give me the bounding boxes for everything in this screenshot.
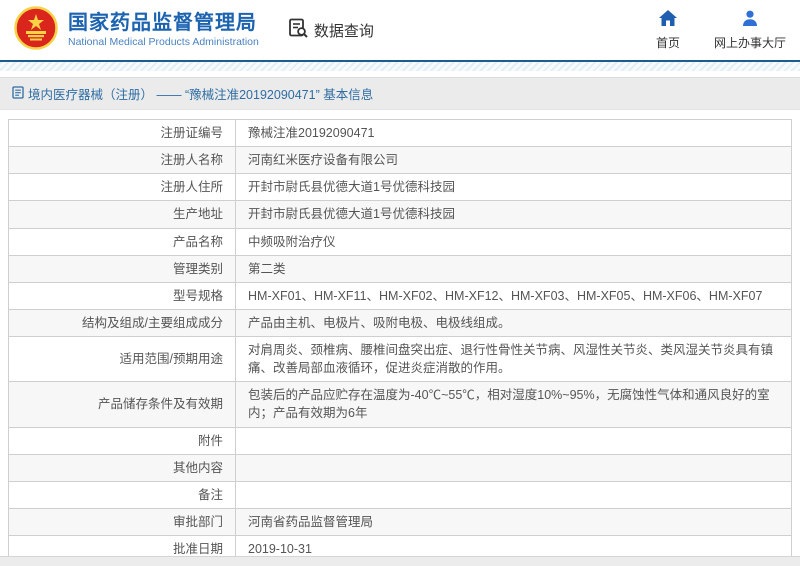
table-row: 附件: [8, 426, 792, 455]
person-icon: [741, 10, 759, 31]
main-content: 注册证编号 豫械注准20192090471 注册人名称 河南红米医疗设备有限公司…: [0, 110, 800, 566]
row-value: 第二类: [235, 254, 792, 283]
site-title-block: 国家药品监督管理局 National Medical Products Admi…: [68, 12, 259, 48]
footer-strip: [0, 556, 800, 566]
table-row: 管理类别 第二类: [8, 254, 792, 283]
row-label: 审批部门: [8, 507, 236, 537]
page-header: 国家药品监督管理局 National Medical Products Admi…: [0, 0, 800, 60]
row-label: 备注: [8, 480, 236, 509]
nav-home[interactable]: 首页: [655, 9, 680, 51]
table-row: 产品储存条件及有效期 包装后的产品应贮存在温度为-40℃~55℃，相对湿度10%…: [8, 381, 792, 428]
row-value: 开封市尉氏县优德大道1号优德科技园: [235, 173, 792, 202]
table-row: 生产地址 开封市尉氏县优德大道1号优德科技园: [8, 200, 792, 229]
row-label: 结构及组成/主要组成成分: [8, 308, 236, 338]
row-value: 包装后的产品应贮存在温度为-40℃~55℃，相对湿度10%~95%，无腐蚀性气体…: [235, 381, 792, 428]
row-value: 开封市尉氏县优德大道1号优德科技园: [235, 200, 792, 229]
row-label: 生产地址: [8, 200, 236, 229]
site-title: 国家药品监督管理局: [68, 12, 257, 34]
document-search-icon: [287, 17, 309, 44]
table-row: 审批部门 河南省药品监督管理局: [8, 507, 792, 537]
data-query-label: 数据查询: [313, 22, 374, 40]
nav-online-hall[interactable]: 网上办事大厅: [714, 10, 786, 51]
registration-info-table: 注册证编号 豫械注准20192090471 注册人名称 河南红米医疗设备有限公司…: [8, 118, 792, 566]
row-label: 型号规格: [8, 281, 236, 310]
national-emblem-logo: [14, 5, 58, 55]
row-label: 管理类别: [8, 254, 236, 283]
home-icon: [658, 9, 677, 31]
row-value: [235, 426, 792, 455]
row-value: 河南红米医疗设备有限公司: [235, 146, 792, 175]
site-subtitle: National Medical Products Administration: [68, 36, 259, 48]
row-value: 产品由主机、电极片、吸附电极、电极线组成。: [235, 308, 792, 338]
row-label: 注册人名称: [8, 146, 236, 175]
breadcrumb: 境内医疗器械（注册） —— “豫械注准20192090471” 基本信息: [0, 77, 800, 110]
row-value: [235, 453, 792, 482]
row-label: 其他内容: [8, 453, 236, 482]
table-row: 结构及组成/主要组成成分 产品由主机、电极片、吸附电极、电极线组成。: [8, 308, 792, 338]
table-row: 注册证编号 豫械注准20192090471: [8, 118, 792, 148]
data-query-section[interactable]: 数据查询: [287, 17, 374, 44]
table-row: 型号规格 HM-XF01、HM-XF11、HM-XF02、HM-XF12、HM-…: [8, 281, 792, 310]
row-value: 豫械注准20192090471: [235, 118, 792, 148]
row-label: 适用范围/预期用途: [8, 335, 236, 383]
row-value: [235, 480, 792, 509]
table-row: 注册人名称 河南红米医疗设备有限公司: [8, 146, 792, 175]
row-label: 注册人住所: [8, 173, 236, 202]
row-value: 对肩周炎、颈椎病、腰椎间盘突出症、退行性骨性关节病、风湿性关节炎、类风湿关节炎具…: [235, 335, 792, 383]
table-row: 备注: [8, 480, 792, 509]
row-value: HM-XF01、HM-XF11、HM-XF02、HM-XF12、HM-XF03、…: [235, 281, 792, 310]
row-label: 产品名称: [8, 227, 236, 256]
row-label: 附件: [8, 426, 236, 455]
table-row: 适用范围/预期用途 对肩周炎、颈椎病、腰椎间盘突出症、退行性骨性关节病、风湿性关…: [8, 335, 792, 383]
nav-online-hall-label: 网上办事大厅: [713, 35, 786, 50]
row-label: 注册证编号: [8, 118, 236, 148]
row-label: 产品储存条件及有效期: [8, 381, 236, 428]
row-value: 河南省药品监督管理局: [235, 507, 792, 537]
nav-home-label: 首页: [655, 35, 680, 50]
hatch-pattern-band: [0, 62, 800, 71]
document-icon: [12, 85, 24, 102]
breadcrumb-text: 境内医疗器械（注册） —— “豫械注准20192090471” 基本信息: [28, 88, 374, 102]
table-row: 其他内容: [8, 453, 792, 482]
table-row: 产品名称 中频吸附治疗仪: [8, 227, 792, 256]
table-row: 注册人住所 开封市尉氏县优德大道1号优德科技园: [8, 173, 792, 202]
row-value: 中频吸附治疗仪: [235, 227, 792, 256]
